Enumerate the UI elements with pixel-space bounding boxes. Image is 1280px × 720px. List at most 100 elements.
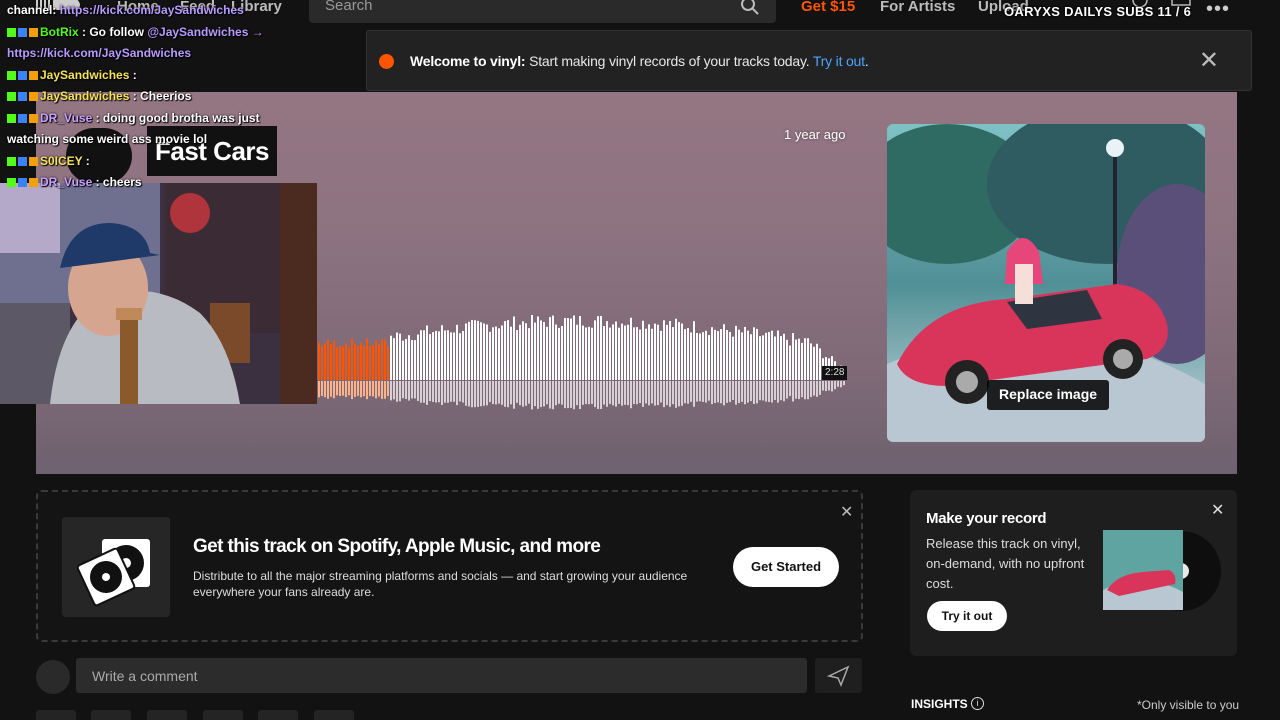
waveform-bar: [513, 316, 515, 380]
waveform-reflection-bar: [483, 381, 485, 406]
waveform-bar: [564, 317, 566, 380]
waveform-reflection-bar: [414, 381, 416, 399]
waveform-bar: [591, 327, 593, 380]
waveform-reflection-bar: [672, 381, 674, 405]
more-actions-button[interactable]: [314, 710, 354, 720]
waveform-bar: [696, 332, 698, 380]
waveform-reflection-bar: [429, 381, 431, 402]
chat-badge-icon: [18, 70, 27, 80]
waveform-reflection-bar: [597, 381, 599, 409]
waveform-reflection-bar: [609, 381, 611, 404]
waveform-reflection-bar: [471, 381, 473, 408]
waveform-reflection-bar: [831, 381, 833, 392]
like-button[interactable]: [36, 710, 76, 720]
waveform-reflection-bar: [624, 381, 626, 405]
waveform-reflection-bar: [789, 381, 791, 397]
waveform-bar: [519, 324, 521, 380]
waveform-bar: [447, 330, 449, 380]
waveform-reflection-bar: [507, 381, 509, 408]
waveform-bar: [381, 339, 383, 380]
comment-input[interactable]: Write a comment: [76, 658, 807, 693]
waveform-reflection-bar: [795, 381, 797, 399]
waveform-bar: [711, 327, 713, 380]
waveform-bar: [759, 336, 761, 380]
waveform-bar: [456, 324, 458, 380]
waveform-reflection-bar: [840, 381, 842, 388]
for-artists-link[interactable]: For Artists: [880, 0, 955, 15]
waveform-bar: [378, 344, 380, 380]
waveform-reflection-bar: [834, 381, 836, 390]
waveform-bar: [579, 316, 581, 380]
waveform-bar: [546, 326, 548, 380]
waveform-bar: [621, 323, 623, 380]
posted-time: 1 year ago: [784, 127, 846, 142]
get-15-link[interactable]: Get $15: [801, 0, 855, 15]
close-icon[interactable]: ✕: [840, 502, 853, 522]
waveform-bar: [552, 315, 554, 380]
waveform-bar: [390, 335, 392, 380]
vinyl-title: Make your record: [926, 510, 1047, 527]
waveform-reflection-bar: [732, 381, 734, 400]
waveform-reflection-bar: [612, 381, 614, 406]
close-icon[interactable]: ✕: [1211, 500, 1224, 520]
close-icon[interactable]: ✕: [1199, 49, 1219, 73]
banner-try-link[interactable]: Try it out: [813, 53, 865, 69]
chat-badge-icon: [7, 27, 16, 37]
waveform-reflection-bar: [738, 381, 740, 404]
waveform-bar: [468, 321, 470, 380]
info-icon[interactable]: i: [971, 697, 984, 710]
share-button[interactable]: [147, 710, 187, 720]
waveform-reflection-bar: [558, 381, 560, 404]
waveform-bar: [819, 348, 821, 380]
chat-text: : Cheerios: [129, 89, 192, 103]
waveform-reflection-bar: [522, 381, 524, 407]
waveform-reflection-bar: [654, 381, 656, 406]
waveform-reflection-bar: [729, 381, 731, 403]
waveform-bar: [600, 316, 602, 380]
edit-button[interactable]: [258, 710, 298, 720]
search-icon[interactable]: [740, 0, 760, 16]
more-icon[interactable]: •••: [1206, 0, 1230, 21]
waveform-bar: [369, 345, 371, 380]
waveform-reflection-bar: [816, 381, 818, 397]
waveform-bar: [786, 339, 788, 380]
waveform-bar: [660, 330, 662, 380]
waveform-reflection-bar: [759, 381, 761, 401]
waveform-bar: [666, 324, 668, 380]
waveform-reflection-bar: [405, 381, 407, 399]
waveform-reflection-bar: [825, 381, 827, 392]
chat-message: BotRix : Go follow @JaySandwiches →: [7, 22, 317, 44]
waveform-bar: [618, 327, 620, 380]
waveform-bar: [702, 332, 704, 380]
waveform-bar: [609, 327, 611, 380]
try-it-out-button[interactable]: Try it out: [927, 601, 1007, 631]
copy-link-button[interactable]: [203, 710, 243, 720]
waveform-reflection-bar: [663, 381, 665, 408]
chat-badge-icon: [29, 92, 38, 101]
send-comment-button[interactable]: [815, 658, 862, 693]
waveform-bar: [750, 334, 752, 380]
waveform-reflection-bar: [363, 381, 365, 397]
waveform-reflection-bar: [783, 381, 785, 402]
waveform-bar: [453, 332, 455, 380]
banner-bold: Welcome to vinyl:: [410, 53, 526, 69]
waveform-reflection-bar: [807, 381, 809, 400]
replace-image-button[interactable]: Replace image: [987, 380, 1110, 410]
waveform-bar: [489, 331, 491, 380]
waveform-reflection-bar: [735, 381, 737, 405]
chat-badge-icon: [29, 113, 38, 123]
waveform[interactable]: [318, 300, 848, 412]
waveform-reflection-bar: [696, 381, 698, 402]
waveform-bar: [765, 332, 767, 380]
waveform-reflection-bar: [435, 381, 437, 403]
repost-button[interactable]: [91, 710, 131, 720]
waveform-reflection-bar: [444, 381, 446, 403]
waveform-reflection-bar: [561, 381, 563, 405]
waveform-reflection-bar: [519, 381, 521, 406]
waveform-reflection-bar: [366, 381, 368, 400]
waveform-reflection-bar: [690, 381, 692, 402]
get-started-button[interactable]: Get Started: [733, 547, 839, 587]
waveform-bar: [816, 343, 818, 380]
user-avatar[interactable]: [36, 660, 70, 694]
search-input[interactable]: Search: [309, 0, 776, 23]
